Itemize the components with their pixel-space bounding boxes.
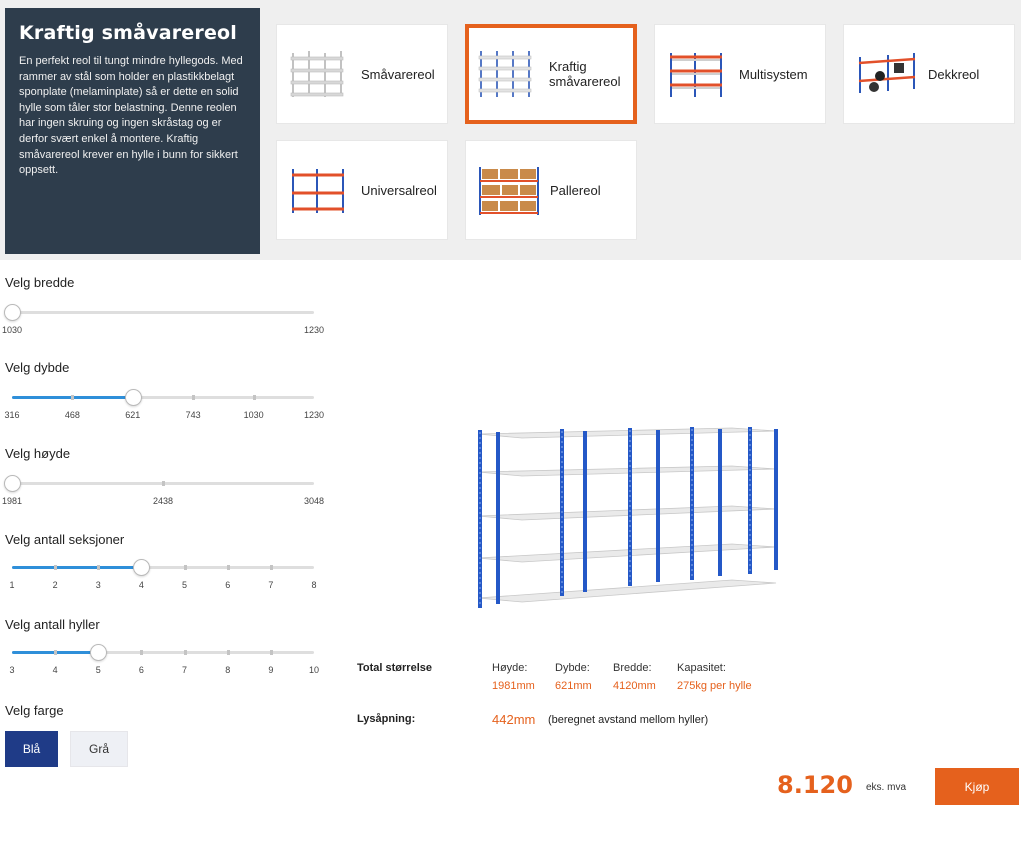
slider-tick-label: 3: [95, 580, 101, 590]
slider-tick: [252, 395, 256, 400]
universal-shelving-icon: [292, 169, 344, 213]
color-label: Velg farge: [5, 703, 64, 718]
slider-tick-label: 5: [95, 665, 101, 675]
slider-tick-label: 2438: [152, 496, 174, 506]
tyre-rack-icon: [858, 53, 916, 93]
width-spec-label: Bredde:: [613, 662, 652, 674]
slider-tick-label: 621: [125, 410, 141, 420]
type-card-multisystem[interactable]: Multisystem: [654, 24, 826, 124]
info-panel: Kraftig småvarereol En perfekt reol til …: [5, 8, 260, 254]
info-description: En perfekt reol til tungt mindre hyllego…: [19, 55, 243, 177]
type-label: Universalreol: [361, 182, 437, 198]
sections-slider[interactable]: 1 2 3 4 5 6 7 8: [9, 559, 317, 590]
buy-button[interactable]: Kjøp: [935, 768, 1019, 805]
slider-tick: [140, 650, 144, 655]
width-label: Velg bredde: [5, 275, 75, 290]
slider-tick-label: 1030: [243, 410, 264, 420]
capacity-spec-value: 275kg per hylle: [677, 680, 752, 692]
slider-tick: [226, 650, 230, 655]
pallet-rack-icon: [479, 167, 539, 215]
slider-tick-label: 6: [225, 580, 231, 590]
slider-tick-label: 8: [225, 665, 231, 675]
slider-tick: [183, 650, 187, 655]
slider-tick-label: 4: [138, 580, 144, 590]
type-label: Dekkreol: [928, 66, 980, 82]
light-shelving-icon: [290, 51, 344, 97]
depth-spec-label: Dybde:: [555, 662, 590, 674]
slider-tick: [71, 395, 75, 400]
slider-tick-label: 7: [268, 580, 274, 590]
capacity-spec-label: Kapasitet:: [677, 662, 726, 674]
slider-tick: [54, 650, 58, 655]
slider-tick: [183, 565, 187, 570]
type-label: Multisystem: [739, 66, 808, 82]
slider-tick-label: 1230: [303, 410, 325, 420]
height-label: Velg høyde: [5, 446, 71, 461]
shelf-levels: [477, 427, 777, 603]
price-note: eks. mva: [866, 782, 907, 793]
slider-thumb[interactable]: [133, 559, 151, 576]
height-spec-label: Høyde:: [492, 662, 528, 674]
info-title: Kraftig småvarereol: [19, 22, 238, 44]
slider-track[interactable]: [12, 311, 314, 314]
shelves-slider[interactable]: 3 4 5 6 7 8 9 10: [9, 644, 319, 675]
height-spec-value: 1981mm: [492, 680, 535, 692]
type-label: Pallereol: [550, 182, 601, 198]
slider-tick-label: 3048: [303, 496, 325, 506]
type-card-pallereol[interactable]: Pallereol: [465, 140, 637, 240]
width-slider[interactable]: 1030 1230: [2, 304, 324, 335]
slider-thumb[interactable]: [4, 304, 21, 321]
shelf-product-image: [477, 427, 778, 608]
slider-tick-label: 8: [311, 580, 317, 590]
slider-tick: [97, 565, 101, 570]
type-card-dekkreol[interactable]: Dekkreol: [843, 24, 1015, 124]
slider-tick: [192, 395, 196, 400]
slider-tick-label: 743: [185, 410, 201, 420]
slider-tick-label: 3: [9, 665, 15, 675]
depth-label: Velg dybde: [5, 360, 70, 375]
price-amount: 8.120: [777, 771, 853, 799]
slider-tick-label: 4: [52, 665, 58, 675]
color-option-blue[interactable]: Blå: [5, 731, 58, 767]
slider-tick-label: 2: [52, 580, 58, 590]
type-card-smavarereol[interactable]: Småvarereol: [276, 24, 448, 124]
type-label: Småvarereol: [361, 66, 435, 82]
slider-thumb[interactable]: [124, 389, 142, 406]
slider-tick-label: 1230: [303, 325, 325, 335]
slider-tick: [269, 650, 273, 655]
slider-tick: [269, 565, 273, 570]
slider-tick-label: 5: [182, 580, 188, 590]
slider-tick: [162, 481, 165, 486]
slider-tick-label: 1: [9, 580, 15, 590]
slider-tick-label: 9: [268, 665, 274, 675]
height-slider[interactable]: 1981 2438 3048: [2, 475, 324, 506]
total-size-label: Total størrelse: [357, 662, 432, 674]
opening-value: 442mm: [492, 712, 536, 727]
slider-tick: [54, 565, 58, 570]
color-option-gray[interactable]: Grå: [70, 731, 128, 767]
type-label: Kraftig småvarereol: [549, 59, 621, 89]
slider-tick: [226, 565, 230, 570]
opening-label: Lysåpning:: [357, 713, 416, 725]
shelves-label: Velg antall hyller: [5, 617, 100, 632]
heavy-shelving-icon: [478, 51, 532, 97]
type-card-kraftig-smavarereol[interactable]: Kraftig småvarereol: [465, 24, 637, 124]
sections-label: Velg antall seksjoner: [5, 532, 125, 547]
slider-tick-label: 468: [64, 410, 80, 420]
slider-tick-label: 6: [138, 665, 144, 675]
multisystem-shelving-icon: [670, 53, 722, 97]
slider-tick-label: 316: [4, 410, 20, 420]
depth-slider[interactable]: 316 468 621 743 1030 1230: [4, 389, 324, 420]
slider-fill: [12, 566, 142, 569]
slider-tick-label: 1981: [1, 496, 23, 506]
depth-spec-value: 621mm: [555, 680, 592, 692]
slider-thumb[interactable]: [90, 644, 108, 661]
slider-tick-label: 10: [308, 665, 320, 675]
type-card-universalreol[interactable]: Universalreol: [276, 140, 448, 240]
slider-tick-label: 7: [182, 665, 188, 675]
opening-note: (beregnet avstand mellom hyller): [548, 714, 709, 726]
width-spec-value: 4120mm: [613, 680, 656, 692]
slider-tick-label: 1030: [1, 325, 23, 335]
slider-thumb[interactable]: [4, 475, 21, 492]
